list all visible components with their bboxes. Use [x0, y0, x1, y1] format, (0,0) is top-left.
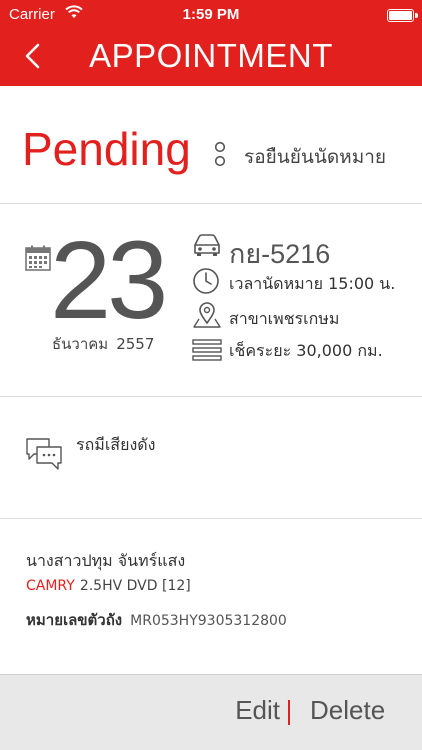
location-pin-icon	[193, 302, 221, 328]
note-section: รถมีเสียงดัง	[0, 397, 422, 519]
calendar-icon	[25, 245, 51, 271]
note-text: รถมีเสียงดัง	[76, 435, 156, 454]
appointment-month: ธันวาคม	[52, 335, 109, 353]
clock-icon	[193, 268, 219, 294]
car-info: CAMRY 2.5HV DVD [12]	[26, 578, 191, 594]
customer-name: นางสาวปทุม จันทร์แสง	[26, 551, 186, 570]
appointment-day: 23	[50, 219, 168, 342]
appointment-time: เวลานัดหมาย 15:00 น.	[229, 274, 396, 293]
branch-name: สาขาเพชรเกษม	[229, 309, 340, 328]
clock: 1:59 PM	[182, 6, 240, 23]
car-model: CAMRY	[26, 578, 75, 594]
action-footer: Edit Delete	[0, 674, 422, 750]
car-icon	[194, 234, 220, 256]
status-label: Pending	[22, 123, 191, 175]
status-bar: Carrier 1:59 PM	[0, 0, 422, 30]
status-section: Pending รอยืนยันนัดหมาย	[0, 86, 422, 204]
appointment-month-year: ธันวาคม 2557	[52, 332, 154, 356]
mileage-icon	[192, 339, 222, 361]
appointment-year: 2557	[116, 335, 155, 353]
license-plate: กย-5216	[229, 239, 331, 269]
chat-icon	[26, 438, 62, 470]
chassis-number: MR053HY9305312800	[130, 613, 287, 629]
edit-button[interactable]: Edit	[235, 695, 280, 726]
app-header: Carrier 1:59 PM APPOINTMENT	[0, 0, 422, 86]
status-dots-icon	[214, 141, 226, 167]
chassis-label: หมายเลขตัวถัง	[26, 611, 123, 629]
customer-section: นางสาวปทุม จันทร์แสง CAMRY 2.5HV DVD [12]…	[0, 519, 422, 674]
delete-button[interactable]: Delete	[310, 695, 385, 726]
car-spec: 2.5HV DVD [12]	[79, 578, 191, 594]
mileage: เช็คระยะ 30,000 กม.	[229, 341, 383, 360]
status-description: รอยืนยันนัดหมาย	[244, 146, 387, 168]
footer-divider	[288, 700, 290, 725]
chassis-info: หมายเลขตัวถัง MR053HY9305312800	[26, 608, 287, 632]
appointment-details: 23 ธันวาคม 2557 กย-5216 เวลานัดหมาย 15:00…	[0, 204, 422, 397]
page-title: APPOINTMENT	[89, 37, 333, 74]
battery-icon	[387, 9, 418, 22]
